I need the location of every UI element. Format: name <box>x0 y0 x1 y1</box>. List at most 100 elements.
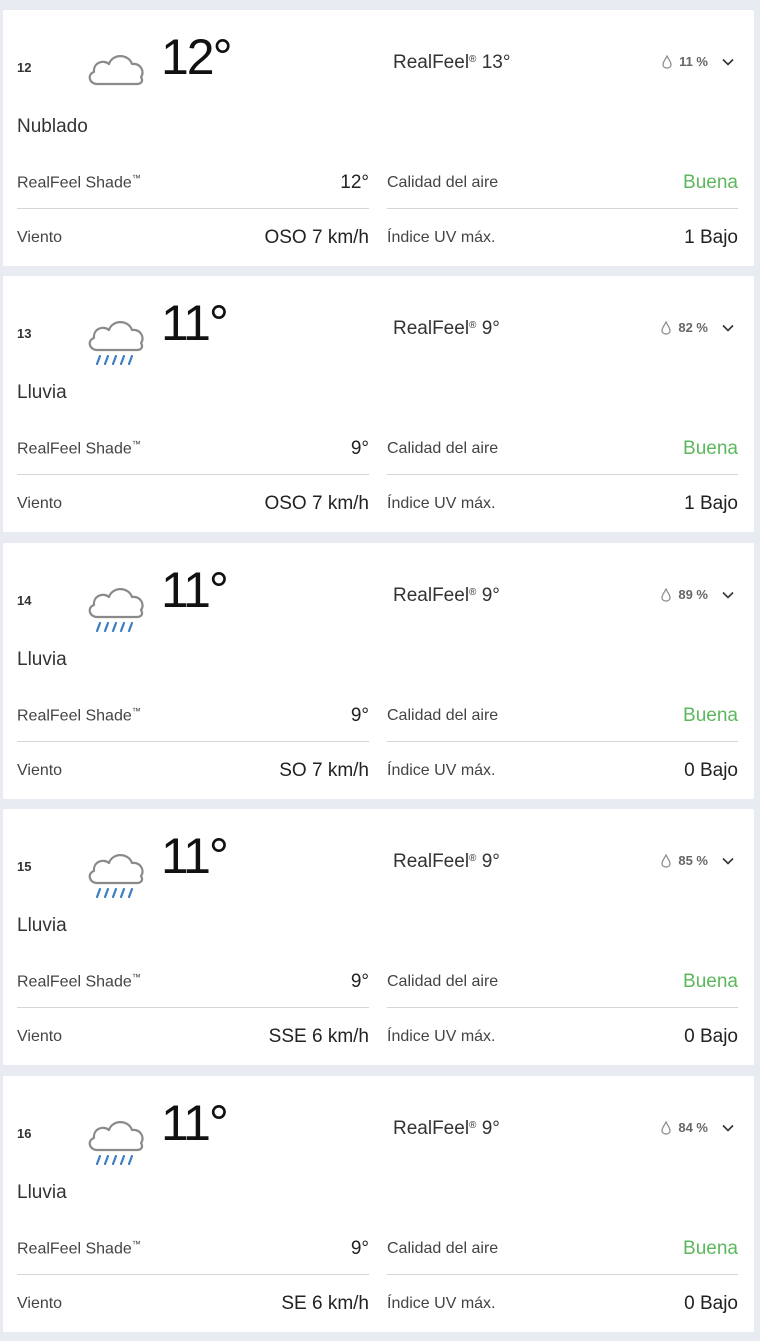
wind-value: SE 6 km/h <box>281 1293 369 1314</box>
precipitation[interactable]: 84 % <box>660 1120 734 1135</box>
shade-value: 12° <box>340 172 369 193</box>
shade-value: 9° <box>350 438 369 459</box>
precip-value: 85 % <box>678 853 708 868</box>
precipitation[interactable]: 82 % <box>660 320 734 335</box>
wind-row: Viento SSE 6 km/h <box>17 1012 369 1062</box>
wind-label: Viento <box>17 1295 63 1312</box>
rain-icon <box>88 321 144 366</box>
wind-row: Viento OSO 7 km/h <box>17 213 369 263</box>
realfeel: RealFeel® 9° <box>393 318 500 339</box>
wind-value: SSE 6 km/h <box>268 1026 369 1047</box>
weather-phrase: Lluvia <box>17 915 67 936</box>
uv-row: Índice UV máx. 1 Bajo <box>387 213 738 263</box>
uv-value: 1 Bajo <box>684 227 738 248</box>
wind-label: Viento <box>17 762 63 779</box>
wind-label: Viento <box>17 229 63 246</box>
uv-label: Índice UV máx. <box>387 1295 496 1312</box>
realfeel-shade-row: RealFeel Shade™ 9° <box>17 691 369 742</box>
wind-value: OSO 7 km/h <box>264 493 369 514</box>
air-label: Calidad del aire <box>387 440 499 457</box>
uv-row: Índice UV máx. 1 Bajo <box>387 479 738 529</box>
wind-label: Viento <box>17 1028 63 1045</box>
precipitation[interactable]: 85 % <box>660 853 734 868</box>
uv-value: 0 Bajo <box>684 1026 738 1047</box>
wind-row: Viento OSO 7 km/h <box>17 479 369 529</box>
chevron-down-icon[interactable] <box>722 58 734 66</box>
wind-label: Viento <box>17 495 63 512</box>
hourly-forecast-card[interactable]: 14 11° RealFeel® 9° 89 % Lluvia RealFeel… <box>3 543 754 799</box>
cloudy-icon <box>88 55 144 86</box>
air-value: Buena <box>683 1238 738 1259</box>
hourly-forecast-card[interactable]: 13 11° RealFeel® 9° 82 % Lluvia RealFeel… <box>3 276 754 532</box>
realfeel: RealFeel® 9° <box>393 851 500 872</box>
shade-label: RealFeel Shade™ <box>17 173 141 192</box>
hourly-forecast-card[interactable]: 16 11° RealFeel® 9° 84 % Lluvia RealFeel… <box>3 1076 754 1332</box>
air-quality-row: Calidad del aire Buena <box>387 424 738 475</box>
realfeel: RealFeel® 13° <box>393 52 511 73</box>
shade-label: RealFeel Shade™ <box>17 972 141 991</box>
hour-label: 13 <box>17 326 32 341</box>
air-value: Buena <box>683 971 738 992</box>
uv-label: Índice UV máx. <box>387 495 496 512</box>
precip-value: 11 % <box>679 54 708 69</box>
hour-label: 15 <box>17 859 32 874</box>
chevron-down-icon[interactable] <box>722 324 734 332</box>
chevron-down-icon[interactable] <box>722 1124 734 1132</box>
hour-label: 16 <box>17 1126 32 1141</box>
chevron-down-icon[interactable] <box>722 591 734 599</box>
realfeel-shade-row: RealFeel Shade™ 9° <box>17 424 369 475</box>
temperature: 11° <box>161 295 229 351</box>
uv-value: 0 Bajo <box>684 760 738 781</box>
hourly-forecast-card[interactable]: 12 12° RealFeel® 13° 11 % Nublado RealFe… <box>3 10 754 266</box>
rain-icon <box>88 1121 144 1166</box>
uv-label: Índice UV máx. <box>387 229 496 246</box>
weather-phrase: Lluvia <box>17 649 67 670</box>
raindrop-icon <box>661 587 671 602</box>
raindrop-icon <box>661 853 671 868</box>
realfeel: RealFeel® 9° <box>393 1118 500 1139</box>
shade-value: 9° <box>350 705 369 726</box>
raindrop-icon <box>661 1120 671 1135</box>
temperature: 11° <box>161 828 229 884</box>
precip-value: 82 % <box>678 320 708 335</box>
realfeel-shade-row: RealFeel Shade™ 12° <box>17 158 369 209</box>
precipitation[interactable]: 11 % <box>661 54 734 69</box>
uv-label: Índice UV máx. <box>387 1028 496 1045</box>
shade-value: 9° <box>350 971 369 992</box>
wind-row: Viento SE 6 km/h <box>17 1279 369 1329</box>
rain-icon <box>88 588 144 633</box>
air-quality-row: Calidad del aire Buena <box>387 1224 738 1275</box>
shade-label: RealFeel Shade™ <box>17 1239 141 1258</box>
uv-value: 0 Bajo <box>684 1293 738 1314</box>
uv-row: Índice UV máx. 0 Bajo <box>387 1279 738 1329</box>
temperature: 11° <box>161 1095 229 1151</box>
weather-phrase: Lluvia <box>17 1182 67 1203</box>
air-value: Buena <box>683 172 738 193</box>
air-label: Calidad del aire <box>387 174 499 191</box>
uv-row: Índice UV máx. 0 Bajo <box>387 746 738 796</box>
weather-phrase: Lluvia <box>17 382 67 403</box>
wind-value: SO 7 km/h <box>279 760 369 781</box>
temperature: 12° <box>161 29 233 85</box>
air-label: Calidad del aire <box>387 973 499 990</box>
realfeel-shade-row: RealFeel Shade™ 9° <box>17 1224 369 1275</box>
uv-label: Índice UV máx. <box>387 762 496 779</box>
uv-value: 1 Bajo <box>684 493 738 514</box>
precipitation[interactable]: 89 % <box>660 587 734 602</box>
chevron-down-icon[interactable] <box>722 857 734 865</box>
weather-phrase: Nublado <box>17 116 88 137</box>
air-quality-row: Calidad del aire Buena <box>387 158 738 209</box>
temperature: 11° <box>161 562 229 618</box>
rain-icon <box>88 854 144 899</box>
uv-row: Índice UV máx. 0 Bajo <box>387 1012 738 1062</box>
raindrop-icon <box>661 320 671 335</box>
shade-label: RealFeel Shade™ <box>17 706 141 725</box>
air-value: Buena <box>683 438 738 459</box>
air-value: Buena <box>683 705 738 726</box>
shade-value: 9° <box>350 1238 369 1259</box>
hour-label: 14 <box>17 593 32 608</box>
wind-row: Viento SO 7 km/h <box>17 746 369 796</box>
hourly-forecast-card[interactable]: 15 11° RealFeel® 9° 85 % Lluvia RealFeel… <box>3 809 754 1065</box>
air-label: Calidad del aire <box>387 1240 499 1257</box>
air-quality-row: Calidad del aire Buena <box>387 957 738 1008</box>
